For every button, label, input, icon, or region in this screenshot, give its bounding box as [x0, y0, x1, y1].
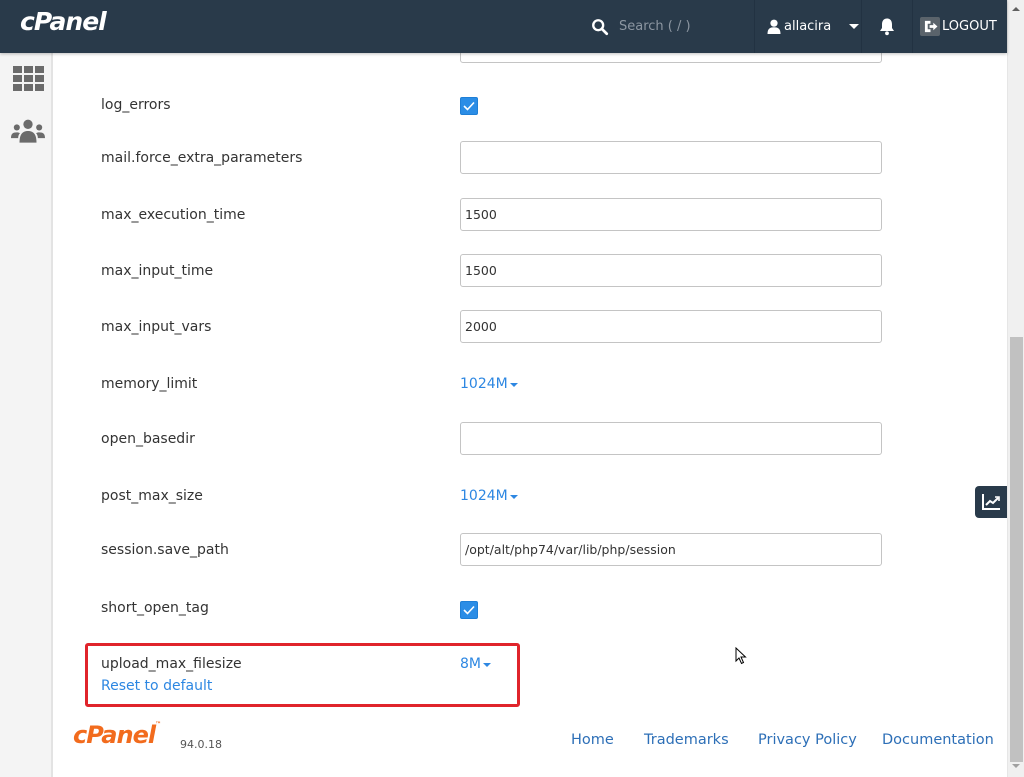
chevron-down-icon: [849, 24, 860, 29]
dropdown-value: 1024M: [460, 376, 508, 392]
max-input-vars-input[interactable]: [460, 310, 882, 343]
search-input[interactable]: [619, 19, 739, 34]
caret-down-icon: [483, 663, 491, 667]
search-box[interactable]: [588, 0, 754, 53]
notifications-button[interactable]: [862, 0, 912, 53]
sidebar-item-tools[interactable]: [11, 64, 45, 94]
footer-link-privacy-policy[interactable]: Privacy Policy: [758, 732, 857, 748]
setting-label: max_input_vars: [101, 319, 212, 335]
footer-cpanel-logo: cPanel™: [73, 721, 161, 749]
logout-button[interactable]: LOGOUT: [913, 0, 1007, 53]
caret-down-icon: [509, 383, 518, 387]
short-open-tag-checkbox[interactable]: [460, 601, 478, 619]
user-icon: [767, 19, 781, 34]
highlight-box: [85, 643, 520, 707]
mouse-cursor-icon: [735, 647, 747, 665]
chart-line-icon: [982, 494, 1000, 510]
cpanel-logo[interactable]: cPanel: [20, 5, 107, 39]
dropdown-value: 1024M: [460, 488, 508, 504]
search-icon: [592, 18, 609, 35]
memory-limit-dropdown[interactable]: 1024M: [460, 376, 518, 392]
caret-down-icon: [509, 495, 518, 499]
logout-label: LOGOUT: [942, 19, 997, 34]
scroll-down-arrow-icon[interactable]: [1012, 764, 1020, 768]
setting-label: post_max_size: [101, 488, 203, 504]
setting-label: open_basedir: [101, 431, 195, 447]
open-basedir-input[interactable]: [460, 422, 882, 455]
setting-label: short_open_tag: [101, 600, 209, 616]
footer-link-trademarks[interactable]: Trademarks: [644, 732, 729, 748]
user-menu[interactable]: allacira: [755, 0, 861, 53]
bell-icon: [880, 18, 894, 36]
grid-icon: [12, 66, 44, 91]
setting-label: max_input_time: [101, 263, 214, 279]
vertical-scrollbar[interactable]: [1007, 0, 1024, 777]
max-input-time-input[interactable]: [460, 254, 882, 287]
mail-force-extra-parameters-input[interactable]: [460, 141, 882, 174]
upload-max-filesize-dropdown[interactable]: 8M: [460, 656, 491, 672]
sidebar-item-users[interactable]: [11, 116, 45, 146]
reset-to-default-link[interactable]: Reset to default: [101, 678, 212, 694]
setting-label: memory_limit: [101, 376, 198, 392]
setting-label: mail.force_extra_parameters: [101, 150, 303, 166]
logout-icon: [920, 17, 940, 36]
session-save-path-input[interactable]: [460, 533, 882, 566]
setting-label: session.save_path: [101, 542, 229, 558]
version-number: 94.0.18: [180, 738, 222, 751]
max-execution-time-input[interactable]: [460, 198, 882, 231]
post-max-size-dropdown[interactable]: 1024M: [460, 488, 518, 504]
scroll-up-arrow-icon[interactable]: [1012, 7, 1020, 11]
footer-link-home[interactable]: Home: [571, 732, 614, 748]
scrollbar-thumb[interactable]: [1010, 337, 1023, 762]
log-errors-checkbox[interactable]: [460, 97, 478, 115]
php-options-panel: log_errors mail.force_extra_parameters m…: [55, 30, 1007, 777]
setting-label: max_execution_time: [101, 207, 246, 223]
setting-label: upload_max_filesize: [101, 656, 242, 672]
dropdown-value: 8M: [460, 656, 481, 672]
username: allacira: [784, 19, 832, 34]
footer-link-documentation[interactable]: Documentation: [882, 732, 994, 748]
users-icon: [11, 119, 45, 143]
left-sidebar: [0, 53, 53, 777]
statistics-toggle-button[interactable]: [975, 486, 1007, 518]
checkmark-icon: [463, 101, 475, 111]
setting-label: log_errors: [101, 97, 171, 113]
checkmark-icon: [463, 605, 475, 615]
top-navbar: cPanel allacira LOGOUT: [0, 0, 1007, 53]
